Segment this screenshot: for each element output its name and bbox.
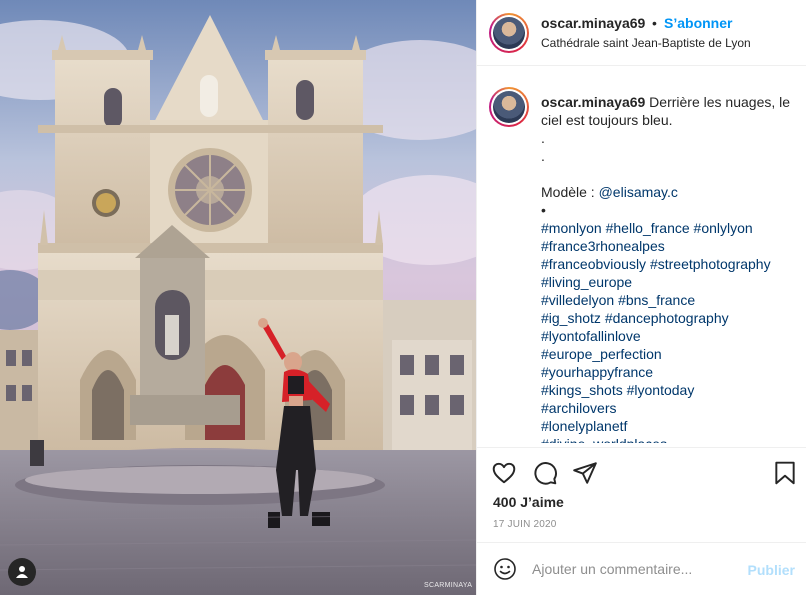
hashtag-link[interactable]: #ig_shotz xyxy=(541,310,601,326)
hashtag-line: #europe_perfection xyxy=(541,345,803,363)
caption-bullet: • xyxy=(541,202,546,218)
caption-text: oscar.minaya69 Derrière les nuages, le c… xyxy=(541,93,803,443)
post-date[interactable]: 17 JUIN 2020 xyxy=(493,519,557,530)
model-label: Modèle : xyxy=(541,184,599,200)
hashtag-link[interactable]: #villedelyon xyxy=(541,292,614,308)
hashtag-link[interactable]: #hello_france xyxy=(606,220,690,236)
post-side-panel: oscar.minaya69 • S’abonner Cathédrale sa… xyxy=(476,0,806,595)
hashtag-line: #franceobviously #streetphotography xyxy=(541,255,803,273)
hashtag-link[interactable]: #lyontoday xyxy=(627,382,695,398)
share-icon[interactable] xyxy=(572,460,598,486)
caption-dot-2: . xyxy=(541,148,545,164)
hashtag-link[interactable]: #onlylyon xyxy=(694,220,753,236)
comment-input[interactable] xyxy=(532,557,732,581)
bookmark-icon[interactable] xyxy=(772,460,798,486)
comment-form: Publier xyxy=(477,542,806,595)
hashtag-link[interactable]: #yourhappyfrance xyxy=(541,364,653,380)
caption-dot-1: . xyxy=(541,130,545,146)
follow-button[interactable]: S’abonner xyxy=(664,15,732,31)
hashtag-link[interactable]: #streetphotography xyxy=(650,256,771,272)
hashtag-link[interactable]: #divine_worldplaces xyxy=(541,436,667,443)
user-icon xyxy=(16,566,28,578)
separator-dot: • xyxy=(652,15,657,31)
hashtag-line: #kings_shots #lyontoday xyxy=(541,381,803,399)
heart-icon[interactable] xyxy=(491,460,517,486)
post-header: oscar.minaya69 • S’abonner Cathédrale sa… xyxy=(477,0,806,66)
hashtag-link[interactable]: #monlyon xyxy=(541,220,602,236)
publish-button[interactable]: Publier xyxy=(748,562,795,578)
likes-count[interactable]: 400 J’aime xyxy=(493,494,564,510)
hashtag-line: #divine_worldplaces xyxy=(541,435,803,443)
hashtag-link[interactable]: #europe_perfection xyxy=(541,346,662,362)
hashtag-line: #living_europe xyxy=(541,273,803,291)
caption-blank xyxy=(541,165,803,183)
hashtag-line: #archilovers xyxy=(541,399,803,417)
hashtag-list: #monlyon #hello_france #onlylyon #france3… xyxy=(541,219,803,443)
emoji-icon[interactable] xyxy=(493,557,517,581)
hashtag-line: #villedelyon #bns_france xyxy=(541,291,803,309)
hashtag-line: #yourhappyfrance xyxy=(541,363,803,381)
tagged-users-button[interactable] xyxy=(8,558,36,586)
hashtag-line: #monlyon #hello_france #onlylyon xyxy=(541,219,803,237)
hashtag-line: #ig_shotz #dancephotography xyxy=(541,309,803,327)
hashtag-line: #france3rhonealpes xyxy=(541,237,803,255)
caption-avatar[interactable] xyxy=(489,87,529,127)
caption-username[interactable]: oscar.minaya69 xyxy=(541,94,645,110)
hashtag-link[interactable]: #franceobviously xyxy=(541,256,646,272)
hashtag-link[interactable]: #living_europe xyxy=(541,274,632,290)
model-mention-link[interactable]: @elisamay.c xyxy=(599,184,678,200)
hashtag-line: #lyontofallinlove xyxy=(541,327,803,345)
post-photo[interactable]: SCARMINAYA xyxy=(0,0,476,595)
author-avatar[interactable] xyxy=(489,13,529,53)
hashtag-link[interactable]: #dancephotography xyxy=(605,310,729,326)
caption-section: oscar.minaya69 Derrière les nuages, le c… xyxy=(477,67,806,443)
hashtag-link[interactable]: #archilovers xyxy=(541,400,616,416)
hashtag-link[interactable]: #lonelyplanetf xyxy=(541,418,627,434)
cathedral-photo xyxy=(0,0,476,595)
post-actions: 400 J’aime 17 JUIN 2020 xyxy=(477,447,806,542)
hashtag-link[interactable]: #lyontofallinlove xyxy=(541,328,641,344)
location-link[interactable]: Cathédrale saint Jean-Baptiste de Lyon xyxy=(541,36,751,50)
hashtag-link[interactable]: #france3rhonealpes xyxy=(541,238,665,254)
hashtag-link[interactable]: #bns_france xyxy=(618,292,695,308)
hashtag-link[interactable]: #kings_shots xyxy=(541,382,623,398)
hashtag-line: #lonelyplanetf xyxy=(541,417,803,435)
comment-icon[interactable] xyxy=(532,460,558,486)
author-username[interactable]: oscar.minaya69 xyxy=(541,15,645,31)
photo-watermark: SCARMINAYA xyxy=(424,582,473,589)
